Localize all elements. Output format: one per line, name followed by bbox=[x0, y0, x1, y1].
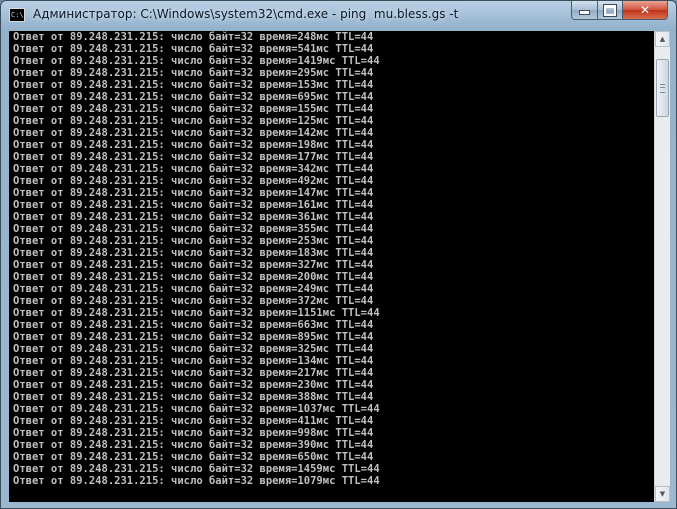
console-line: Ответ от 89.248.231.215: число байт=32 в… bbox=[13, 187, 374, 199]
scroll-up-arrow-icon: ▲ bbox=[659, 35, 666, 43]
console-line: Ответ от 89.248.231.215: число байт=32 в… bbox=[13, 127, 374, 139]
scrollbar-thumb[interactable] bbox=[656, 59, 669, 117]
console-line: Ответ от 89.248.231.215: число байт=32 в… bbox=[13, 199, 374, 211]
console-line: Ответ от 89.248.231.215: число байт=32 в… bbox=[13, 211, 374, 223]
console-line: Ответ от 89.248.231.215: число байт=32 в… bbox=[13, 271, 374, 283]
console-lines: Ответ от 89.248.231.215: число байт=32 в… bbox=[13, 31, 380, 487]
console-line: Ответ от 89.248.231.215: число байт=32 в… bbox=[13, 103, 374, 115]
console-line: Ответ от 89.248.231.215: число байт=32 в… bbox=[13, 319, 374, 331]
window-title: Администратор: C:\Windows\system32\cmd.e… bbox=[33, 7, 459, 21]
title-bar[interactable]: C:\ Администратор: C:\Windows\system32\c… bbox=[1, 1, 676, 29]
console-line: Ответ от 89.248.231.215: число байт=32 в… bbox=[13, 307, 380, 319]
maximize-button[interactable] bbox=[597, 1, 623, 20]
scroll-down-button[interactable]: ▼ bbox=[655, 486, 670, 502]
cmd-app-icon[interactable]: C:\ bbox=[9, 8, 25, 22]
console-line: Ответ от 89.248.231.215: число байт=32 в… bbox=[13, 223, 374, 235]
console-line: Ответ от 89.248.231.215: число байт=32 в… bbox=[13, 403, 380, 415]
minimize-icon bbox=[579, 10, 590, 15]
console-line: Ответ от 89.248.231.215: число байт=32 в… bbox=[13, 343, 374, 355]
scrollbar-grip-icon bbox=[660, 84, 665, 93]
minimize-button[interactable] bbox=[571, 1, 598, 20]
console-line: Ответ от 89.248.231.215: число байт=32 в… bbox=[13, 31, 374, 43]
console-line: Ответ от 89.248.231.215: число байт=32 в… bbox=[13, 151, 374, 163]
console-line: Ответ от 89.248.231.215: число байт=32 в… bbox=[13, 391, 374, 403]
maximize-icon bbox=[603, 4, 617, 17]
console-line: Ответ от 89.248.231.215: число байт=32 в… bbox=[13, 355, 374, 367]
console-line: Ответ от 89.248.231.215: число байт=32 в… bbox=[13, 415, 374, 427]
console-line: Ответ от 89.248.231.215: число байт=32 в… bbox=[13, 259, 374, 271]
console-line: Ответ от 89.248.231.215: число байт=32 в… bbox=[13, 43, 374, 55]
console-line: Ответ от 89.248.231.215: число байт=32 в… bbox=[13, 295, 374, 307]
console-line: Ответ от 89.248.231.215: число байт=32 в… bbox=[13, 331, 374, 343]
console-line: Ответ от 89.248.231.215: число байт=32 в… bbox=[13, 283, 374, 295]
console-line: Ответ от 89.248.231.215: число байт=32 в… bbox=[13, 379, 374, 391]
console-output[interactable]: Ответ от 89.248.231.215: число байт=32 в… bbox=[9, 31, 654, 502]
close-button[interactable]: ✕ bbox=[622, 1, 668, 20]
console-line: Ответ от 89.248.231.215: число байт=32 в… bbox=[13, 475, 380, 487]
console-line: Ответ от 89.248.231.215: число байт=32 в… bbox=[13, 463, 380, 475]
console-line: Ответ от 89.248.231.215: число байт=32 в… bbox=[13, 91, 374, 103]
console-line: Ответ от 89.248.231.215: число байт=32 в… bbox=[13, 439, 374, 451]
scroll-up-button[interactable]: ▲ bbox=[655, 31, 670, 47]
console-line: Ответ от 89.248.231.215: число байт=32 в… bbox=[13, 67, 374, 79]
console-line: Ответ от 89.248.231.215: число байт=32 в… bbox=[13, 139, 374, 151]
console-line: Ответ от 89.248.231.215: число байт=32 в… bbox=[13, 247, 374, 259]
console-line: Ответ от 89.248.231.215: число байт=32 в… bbox=[13, 115, 374, 127]
console-line: Ответ от 89.248.231.215: число байт=32 в… bbox=[13, 55, 380, 67]
console-window: C:\ Администратор: C:\Windows\system32\c… bbox=[0, 0, 677, 509]
console-line: Ответ от 89.248.231.215: число байт=32 в… bbox=[13, 427, 374, 439]
console-line: Ответ от 89.248.231.215: число байт=32 в… bbox=[13, 451, 374, 463]
vertical-scrollbar[interactable]: ▲ ▼ bbox=[654, 31, 670, 502]
console-line: Ответ от 89.248.231.215: число байт=32 в… bbox=[13, 79, 374, 91]
close-icon: ✕ bbox=[639, 3, 651, 17]
console-line: Ответ от 89.248.231.215: число байт=32 в… bbox=[13, 235, 374, 247]
scroll-down-arrow-icon: ▼ bbox=[659, 490, 666, 498]
console-line: Ответ от 89.248.231.215: число байт=32 в… bbox=[13, 163, 374, 175]
console-line: Ответ от 89.248.231.215: число байт=32 в… bbox=[13, 175, 374, 187]
console-line: Ответ от 89.248.231.215: число байт=32 в… bbox=[13, 367, 374, 379]
